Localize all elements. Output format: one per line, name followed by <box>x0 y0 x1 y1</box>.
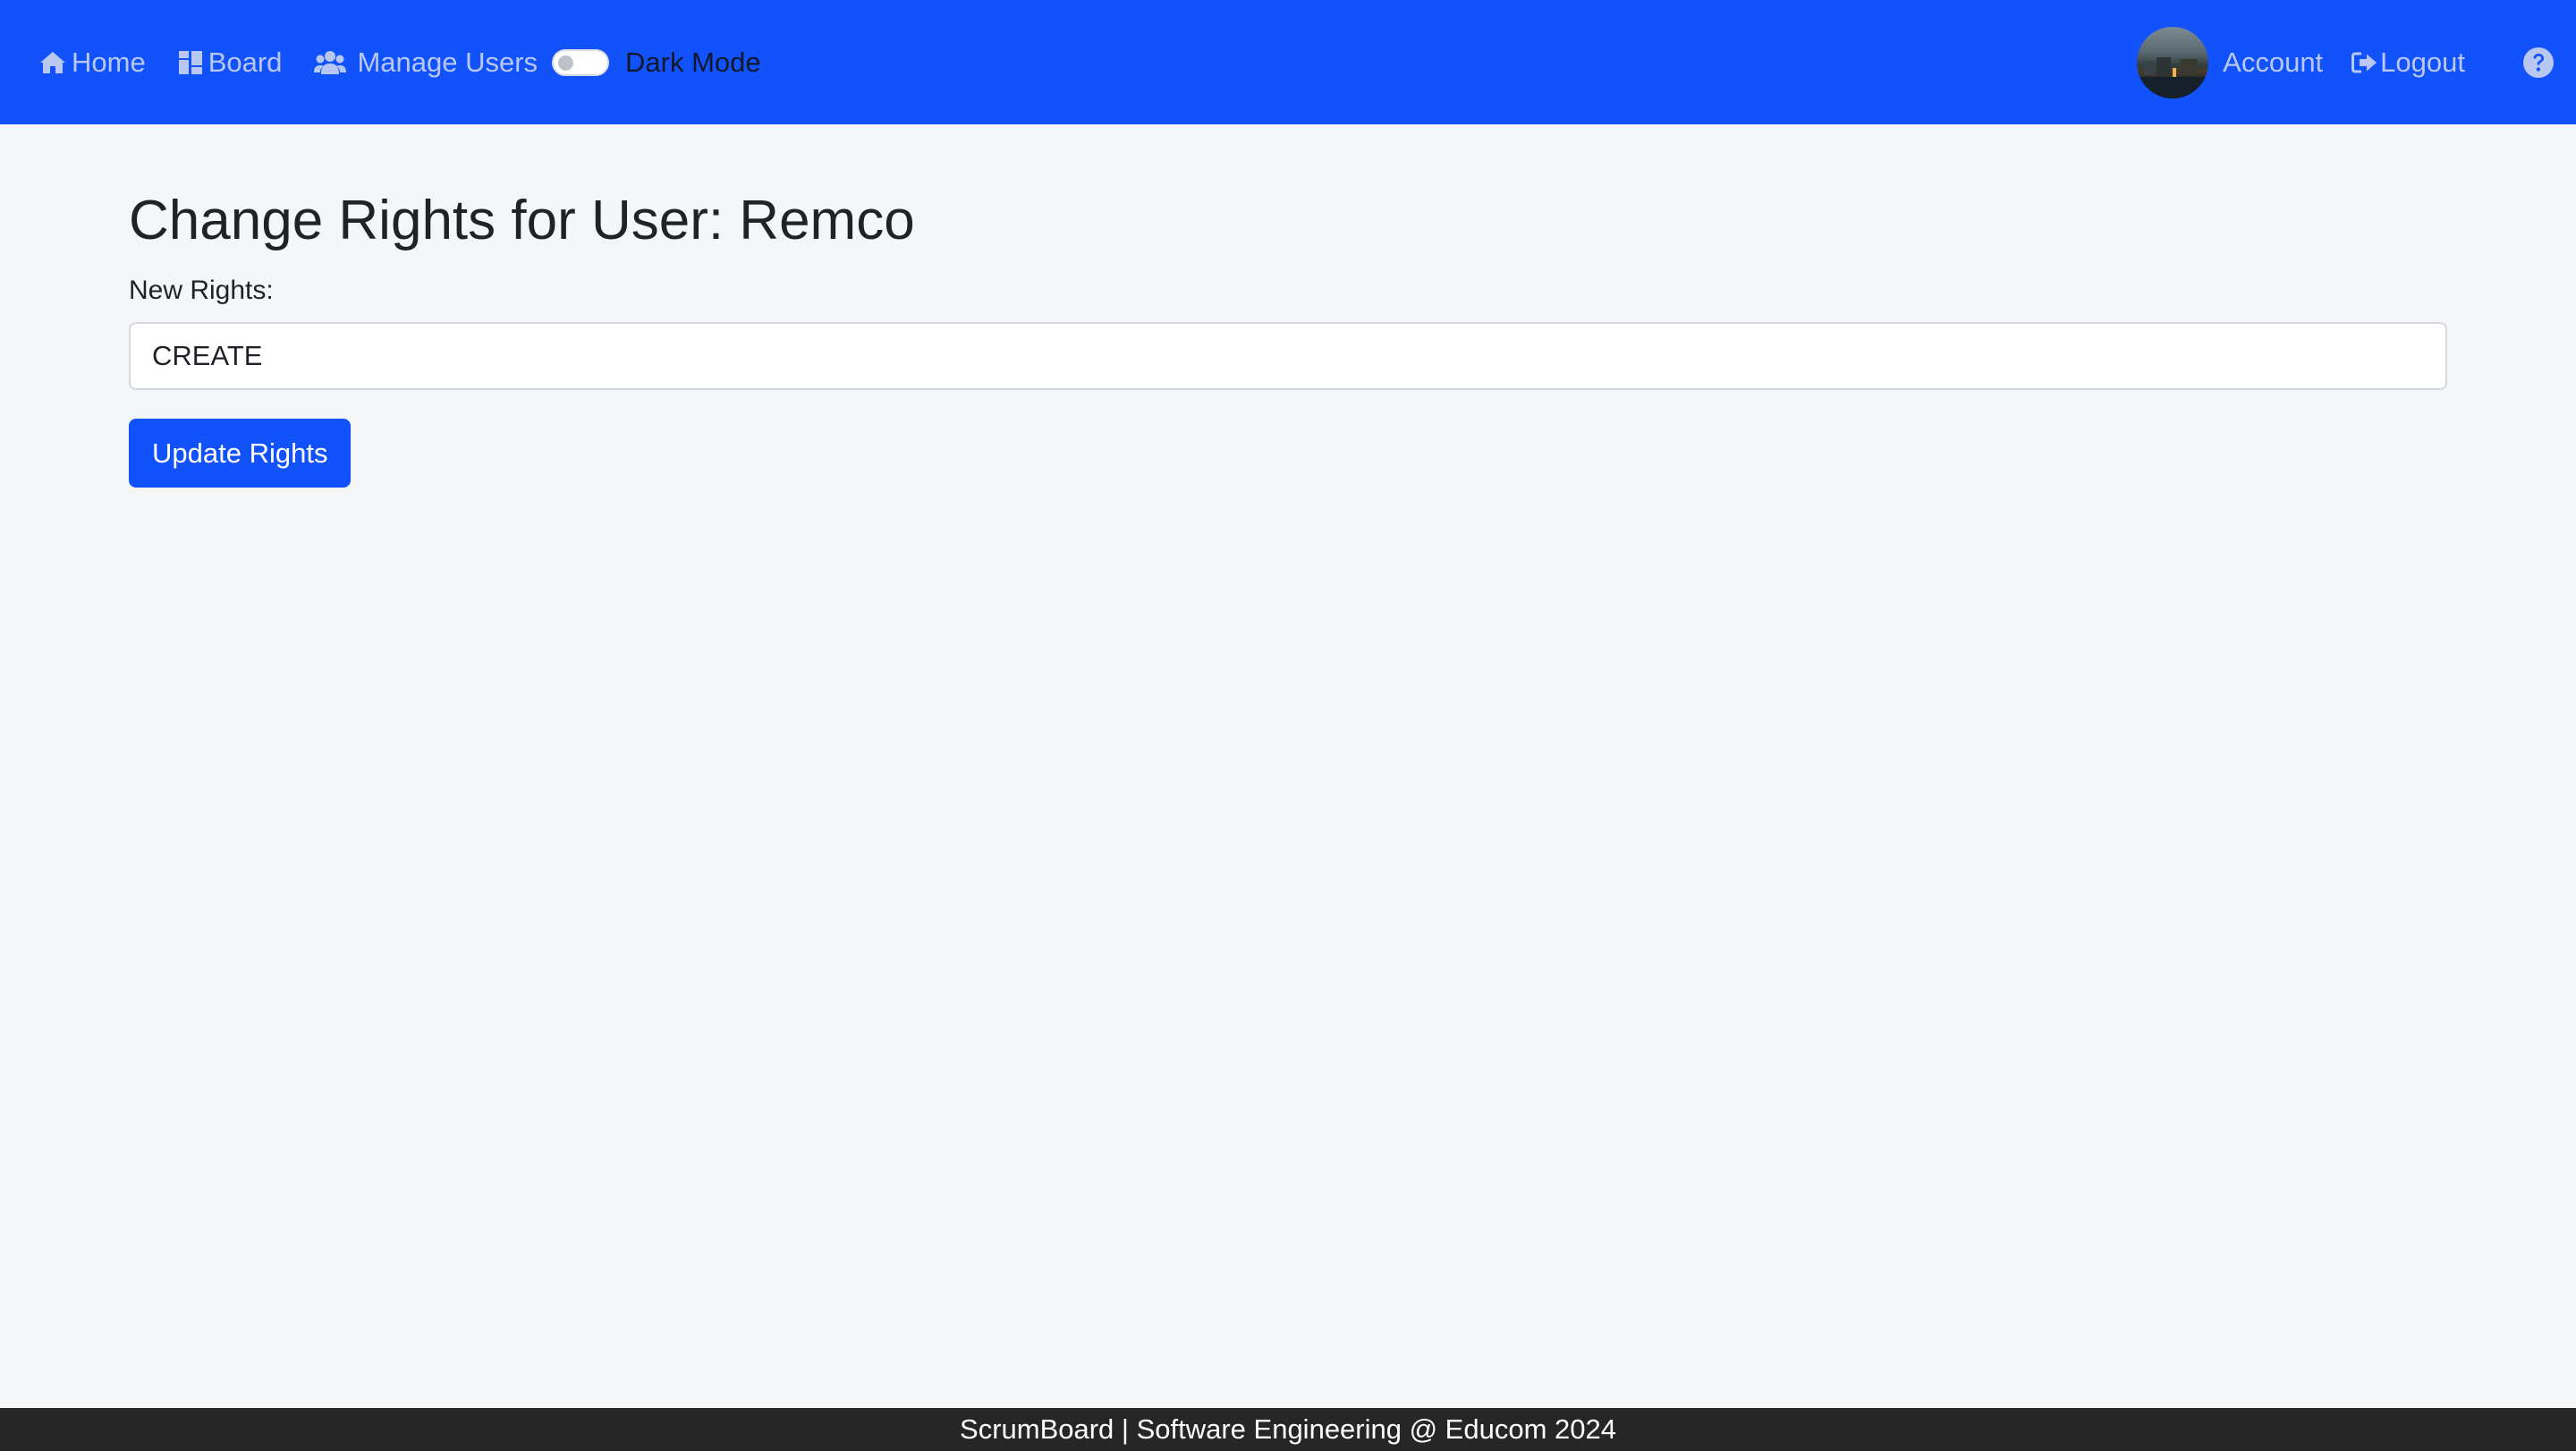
dark-mode-label: Dark Mode <box>625 46 761 78</box>
question-circle-icon[interactable] <box>2522 47 2555 79</box>
nav-logout-link[interactable]: Logout <box>2351 47 2465 79</box>
home-icon <box>39 51 66 74</box>
footer-text: ScrumBoard | Software Engineering @ Educ… <box>960 1413 1616 1445</box>
nav-board-label: Board <box>208 46 283 78</box>
nav-manage-users-link[interactable]: Manage Users <box>314 47 538 79</box>
user-avatar[interactable] <box>2137 26 2209 98</box>
nav-manage-users-label: Manage Users <box>357 46 538 78</box>
page-title: Change Rights for User: Remco <box>129 190 915 251</box>
new-rights-label: New Rights: <box>129 276 274 306</box>
new-rights-input[interactable] <box>129 322 2447 391</box>
nav-logout-label: Logout <box>2380 46 2465 78</box>
nav-home-label: Home <box>72 46 146 78</box>
main-content: Change Rights for User: Remco New Rights… <box>129 188 2447 488</box>
footer: ScrumBoard | Software Engineering @ Educ… <box>0 1408 2576 1451</box>
dark-mode-toggle-knob <box>558 55 574 71</box>
users-icon <box>314 50 347 75</box>
board-icon <box>178 50 203 75</box>
nav-left-group: Home Board Manage Users Dark Mode <box>39 0 761 124</box>
nav-account-label: Account <box>2223 46 2324 78</box>
top-navbar: Home Board Manage Users Dark Mode Accoun… <box>0 0 2576 124</box>
update-rights-button[interactable]: Update Rights <box>129 419 352 488</box>
nav-right-group: Account Logout <box>2137 0 2576 124</box>
logout-icon <box>2351 51 2378 74</box>
nav-account-link[interactable]: Account <box>2223 47 2323 79</box>
nav-home-link[interactable]: Home <box>39 47 146 79</box>
dark-mode-toggle[interactable] <box>552 48 610 76</box>
nav-board-link[interactable]: Board <box>178 46 283 79</box>
